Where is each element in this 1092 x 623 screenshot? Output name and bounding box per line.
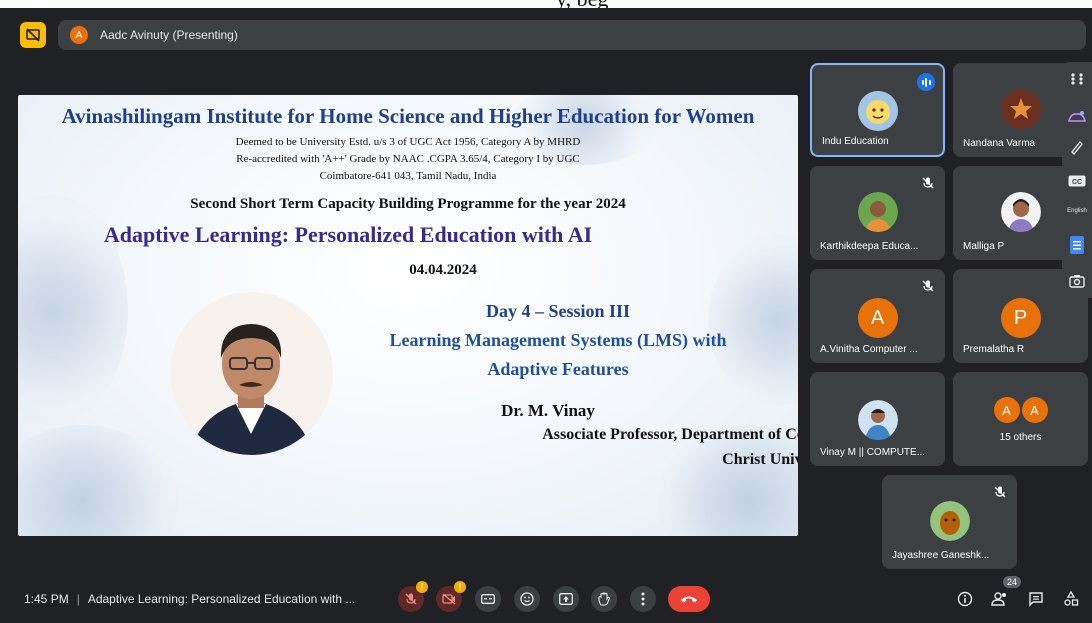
slide-programme: Second Short Term Capacity Building Prog…: [190, 196, 626, 212]
notes-icon[interactable]: [1062, 232, 1092, 258]
raise-hand-button[interactable]: [591, 586, 617, 612]
participant-tile[interactable]: Vinay M || COMPUTE...: [810, 372, 945, 466]
participant-name: Nandana Varma: [963, 138, 1036, 149]
avatar: [1000, 89, 1041, 129]
slide-line-1: Deemed to be University Estd. u/s 3 of U…: [235, 136, 581, 148]
present-screen-button[interactable]: [553, 586, 579, 612]
participant-name: Premalatha R: [963, 344, 1025, 355]
slide-topic-line-2: Adaptive Features: [487, 359, 629, 379]
caption-strip: y, beg: [0, 0, 1092, 8]
speaking-indicator-icon: [917, 73, 935, 91]
participant-name: Vinay M || COMPUTE...: [820, 447, 926, 458]
meeting-details-icon[interactable]: [954, 588, 976, 610]
mic-toggle-button[interactable]: !: [398, 581, 428, 612]
participant-tile[interactable]: Indu Education: [810, 63, 945, 157]
participant-name: Indu Education: [822, 136, 889, 147]
slide-line-3: Coimbatore-641 043, Tamil Nadu, India: [319, 170, 497, 182]
captions-icon[interactable]: CC: [1062, 168, 1092, 194]
chat-icon[interactable]: [1025, 588, 1047, 610]
slide-designation: Associate Professor, Department of Compu…: [542, 426, 798, 443]
participant-tile[interactable]: Karthikdeepa Educa...: [810, 166, 945, 260]
mic-off-icon: [994, 486, 1006, 498]
caption-language[interactable]: English: [1062, 198, 1092, 224]
slide-institution: Avinashilingam Institute for Home Scienc…: [61, 104, 755, 128]
slide-line-2: Re-accredited with 'A++' Grade by NAAC .…: [236, 153, 580, 165]
participant-count-badge: 24: [1003, 576, 1021, 588]
presenter-name: Aadc Avinuty (Presenting): [100, 28, 238, 42]
captions-button[interactable]: [475, 586, 501, 612]
avatar: A: [1021, 397, 1048, 423]
avatar: P: [1000, 298, 1041, 338]
avatar: [857, 400, 898, 440]
meeting-info: 1:45 PM | Adaptive Learning: Personalized …: [24, 592, 355, 606]
meeting-title: Adaptive Learning: Personalized Educatio…: [87, 592, 356, 606]
slide-topic-line-1: Learning Management Systems (LMS) with: [389, 330, 727, 350]
avatar: A: [993, 397, 1020, 423]
slide-affiliation: Christ University, Bangalore.: [722, 451, 798, 468]
meeting-time: 1:45 PM: [24, 592, 69, 606]
presenter-avatar: A: [70, 26, 88, 44]
others-tile[interactable]: A A 15 others: [953, 372, 1088, 466]
camera-toggle-button[interactable]: !: [436, 581, 466, 612]
participant-name: Jayashree Ganeshk...: [892, 550, 990, 561]
effects-icon[interactable]: [1062, 104, 1092, 130]
shared-slide: Avinashilingam Institute for Home Scienc…: [18, 95, 798, 536]
avatar: [1000, 192, 1041, 232]
mic-warning-icon: !: [416, 581, 428, 593]
svg-text:CC: CC: [1072, 179, 1082, 186]
camera-warning-icon: !: [454, 581, 466, 593]
participant-name: Karthikdeepa Educa...: [820, 241, 919, 252]
slide-title: Adaptive Learning: Personalized Educatio…: [103, 222, 593, 247]
mic-off-icon: [922, 280, 934, 292]
camera-snapshot-icon[interactable]: [1062, 268, 1092, 294]
emoji-reaction-button[interactable]: [514, 586, 540, 612]
participant-name: A.Vinitha Computer ...: [820, 344, 918, 355]
whiteboard-pen-icon[interactable]: [1062, 134, 1092, 160]
others-count: 15 others: [999, 432, 1042, 443]
meeting-info-separator: |: [76, 592, 80, 606]
avatar: [929, 501, 970, 541]
side-panel: CC English: [1062, 62, 1092, 298]
more-options-button[interactable]: [630, 586, 656, 612]
participant-name: Malliga P: [963, 241, 1005, 252]
participant-tile[interactable]: A A.Vinitha Computer ...: [810, 269, 945, 363]
activities-icon[interactable]: [1060, 588, 1082, 610]
caption-text: y, beg: [556, 0, 608, 8]
slide-date: 04.04.2024: [409, 262, 477, 278]
avatar: [857, 192, 898, 232]
avatar: A: [857, 298, 898, 338]
avatar: [857, 91, 898, 131]
leave-call-button[interactable]: [668, 586, 710, 612]
mic-off-icon: [922, 177, 934, 189]
people-icon[interactable]: [989, 588, 1011, 610]
slide-session: Day 4 – Session III: [485, 301, 631, 321]
presenting-indicator-icon[interactable]: [20, 22, 46, 48]
participant-tile[interactable]: Jayashree Ganeshk...: [882, 475, 1017, 569]
others-avatars: A A: [953, 397, 1088, 423]
slide-speaker-name: Dr. M. Vinay: [501, 401, 595, 420]
presenter-bar: A Aadc Avinuty (Presenting): [58, 20, 1086, 50]
apps-grid-icon[interactable]: [1062, 66, 1092, 92]
